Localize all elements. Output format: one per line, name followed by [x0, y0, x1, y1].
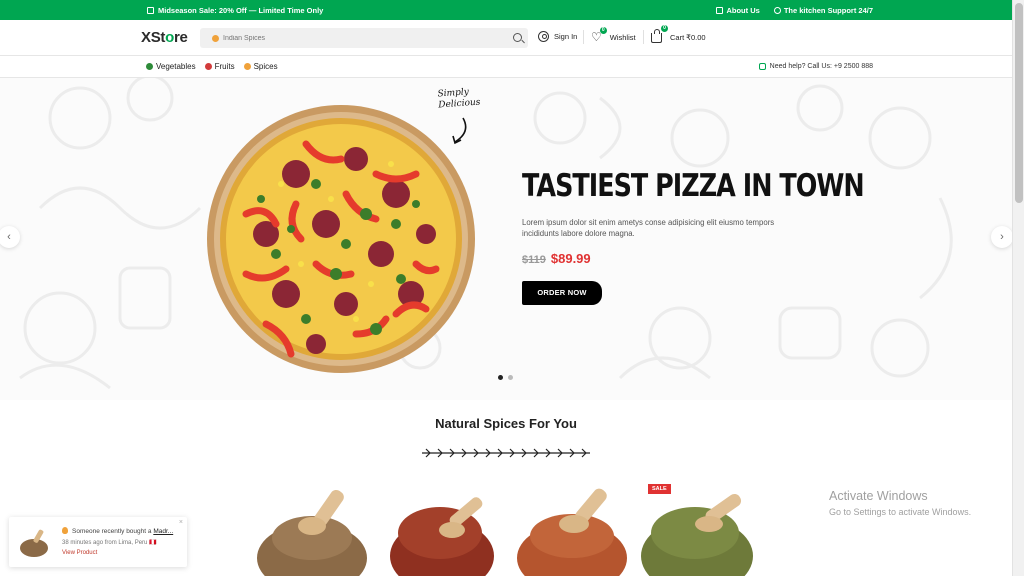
chevron-right-icon: ›: [1000, 231, 1004, 243]
hero-price: $119 $89.99: [522, 251, 591, 266]
slide-dot[interactable]: [498, 375, 503, 380]
wishlist-count-badge: 0: [599, 27, 607, 34]
search-input[interactable]: [223, 34, 503, 42]
category-nav: Vegetables Fruits Spices Need help? Call…: [0, 56, 1012, 78]
cart-label: Cart: [670, 32, 685, 42]
slider-next-button[interactable]: ›: [991, 226, 1012, 248]
promo-message: Midseason Sale: 20% Off — Limited Time O…: [147, 6, 323, 15]
help-contact[interactable]: Need help? Call Us: +9 2500 888: [758, 63, 873, 70]
product-card[interactable]: [382, 478, 502, 576]
hero-description: Lorem ipsum dolor sit enim ametys conse …: [522, 218, 775, 238]
sign-in-button[interactable]: Sign In: [538, 31, 577, 42]
food-doodle-background: [19, 78, 953, 390]
curved-arrow-icon: [452, 117, 467, 145]
about-us-label: About Us: [726, 6, 760, 15]
phone-icon: [758, 63, 766, 70]
category-label: Fruits: [214, 62, 235, 71]
purchase-message: Someone recently bought a Madr...: [62, 527, 173, 535]
category-vegetables[interactable]: Vegetables: [146, 62, 196, 71]
close-icon[interactable]: ×: [179, 519, 183, 526]
spice-icon: [243, 63, 251, 70]
header-divider: [643, 30, 644, 44]
spice-category-icon: [212, 34, 219, 42]
search-bar: [200, 28, 528, 48]
category-label: Spices: [253, 62, 278, 71]
chevron-left-icon: ‹: [7, 231, 11, 243]
heart-icon: ♡ 0: [591, 27, 607, 43]
site-logo[interactable]: XStore: [141, 29, 188, 46]
gift-icon: [147, 7, 154, 14]
cart-count-badge: 0: [661, 25, 668, 32]
top-promo-bar: Midseason Sale: 20% Off — Limited Time O…: [0, 0, 1012, 20]
cart-button[interactable]: 0 Cart ₹0.00: [651, 25, 706, 43]
activate-title: Activate Windows: [829, 489, 928, 503]
logo-text-accent: o: [165, 29, 174, 46]
logo-text-start: XSt: [141, 29, 166, 46]
wishlist-label: Wishlist: [609, 32, 636, 42]
support-label: The kitchen Support 24/7: [783, 6, 873, 15]
purchased-product-link[interactable]: Madr...: [153, 528, 173, 535]
sign-in-label: Sign In: [554, 32, 578, 41]
product-card[interactable]: [252, 478, 372, 576]
shield-icon: [773, 7, 781, 14]
store-icon: [716, 7, 724, 14]
scrollbar-thumb[interactable]: [1015, 3, 1023, 203]
header-divider: [583, 30, 584, 44]
broccoli-icon: [146, 63, 153, 70]
slider-pagination: [498, 375, 513, 380]
cart-amount: ₹0.00: [686, 32, 706, 42]
purchase-time-location: 38 minutes ago from Lima, Peru 🇵🇪: [62, 540, 157, 546]
category-spices[interactable]: Spices: [243, 62, 278, 71]
pizza-image: [207, 105, 475, 373]
sale-badge: SALE: [648, 484, 671, 494]
arrow-decoration-divider: [422, 448, 590, 458]
search-icon[interactable]: [513, 33, 522, 42]
purchase-prefix: Someone recently bought a: [72, 528, 152, 535]
wishlist-button[interactable]: ♡ 0 Wishlist: [591, 27, 636, 43]
top-links: About Us The kitchen Support 24/7: [716, 6, 873, 15]
category-fruits[interactable]: Fruits: [204, 62, 235, 71]
promo-text: Midseason Sale: 20% Off — Limited Time O…: [158, 6, 324, 15]
help-text: Need help? Call Us: +9 2500 888: [769, 63, 873, 70]
product-thumbnail: [20, 529, 48, 557]
old-price: $119: [522, 254, 546, 266]
site-header: XStore Sign In ♡0 Wishlist 0 Cart₹0.00: [0, 20, 1012, 56]
support-link[interactable]: The kitchen Support 24/7: [773, 6, 873, 15]
windows-activation-watermark: Activate Windows Go to Settings to activ…: [829, 489, 971, 517]
simply-delicious-handwriting: Simply Delicious: [437, 87, 480, 112]
activate-subtitle: Go to Settings to activate Windows.: [829, 507, 972, 517]
hero-slider: Simply Delicious TASTIEST PIZZA IN TOWN …: [0, 78, 1012, 400]
hero-title: TASTIEST PIZZA IN TOWN: [522, 168, 865, 204]
product-grid: [252, 478, 772, 576]
page-scrollbar[interactable]: [1012, 0, 1024, 576]
strawberry-icon: [204, 63, 212, 70]
sale-price: $89.99: [550, 251, 591, 266]
recent-purchase-popup: Someone recently bought a Madr... 38 min…: [9, 517, 187, 567]
order-now-button[interactable]: ORDER NOW: [522, 281, 602, 305]
view-product-link[interactable]: View Product: [62, 550, 97, 556]
fire-icon: [62, 527, 68, 534]
category-label: Vegetables: [156, 62, 196, 71]
category-list: Vegetables Fruits Spices: [146, 62, 278, 71]
user-icon: [538, 31, 549, 42]
section-title: Natural Spices For You: [435, 416, 577, 431]
about-us-link[interactable]: About Us: [716, 6, 760, 15]
page: Midseason Sale: 20% Off — Limited Time O…: [0, 0, 1024, 576]
shopping-bag-icon: 0: [651, 25, 668, 43]
slide-dot[interactable]: [508, 375, 513, 380]
product-card[interactable]: [512, 478, 632, 576]
logo-text-end: re: [173, 29, 188, 46]
